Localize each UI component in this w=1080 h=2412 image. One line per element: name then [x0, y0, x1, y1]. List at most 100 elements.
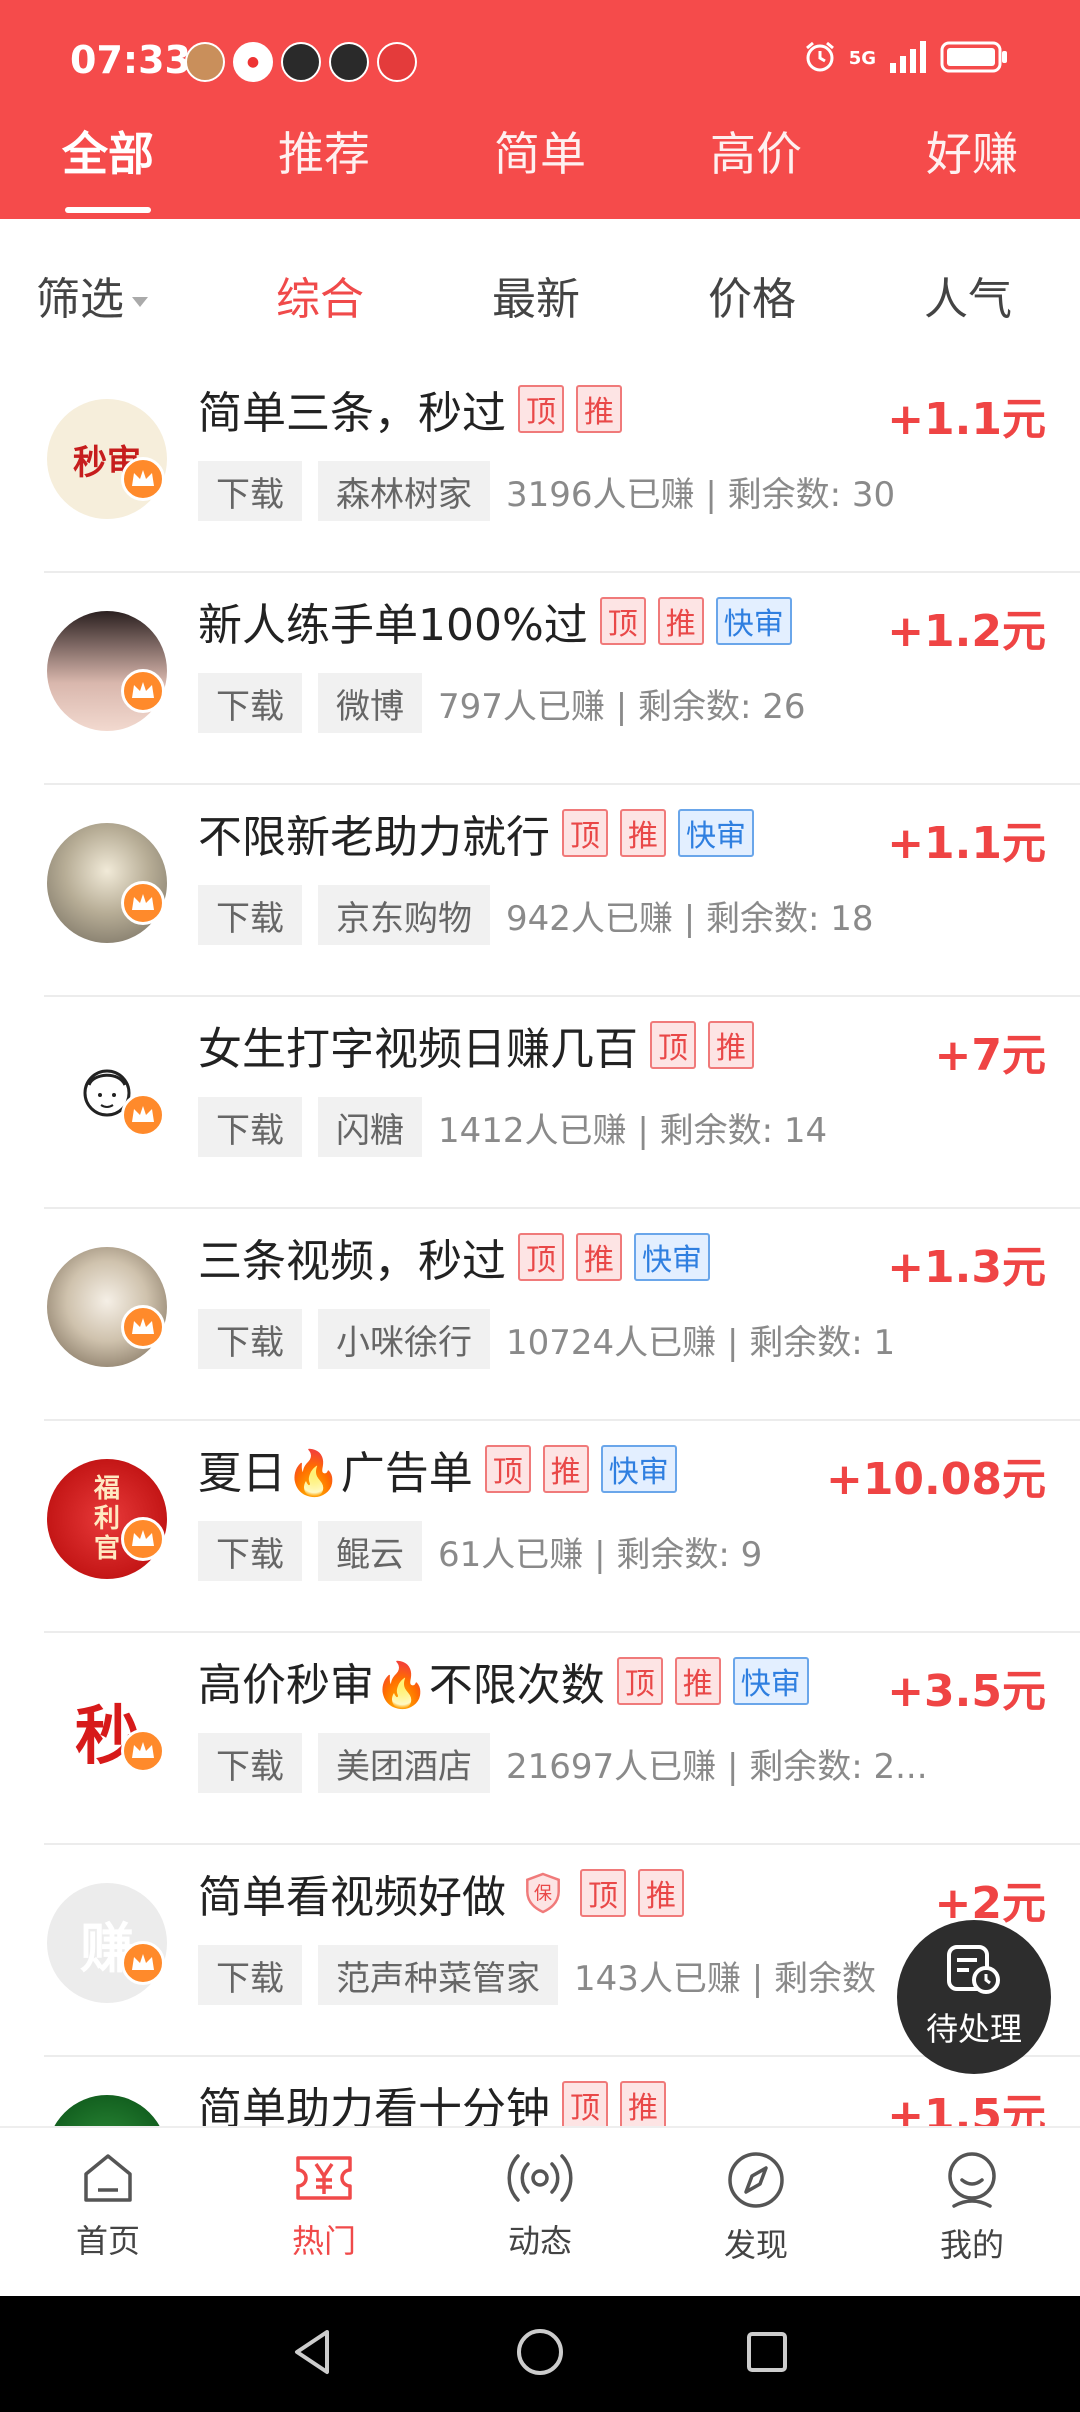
task-price: +1.3元 — [887, 1242, 1046, 1293]
system-nav-bar — [0, 2296, 1080, 2412]
crown-badge-icon — [121, 457, 165, 501]
status-bar: 07:33 ● 5G — [0, 0, 1080, 120]
tag-recommend: 推 — [576, 1233, 622, 1281]
tag-recommend: 推 — [620, 809, 666, 857]
task-title-row: 高价秒审🔥不限次数 顶 推 快审 — [198, 1651, 809, 1711]
pending-button[interactable]: 待处理 — [897, 1920, 1051, 2074]
tag-fast-review: 快审 — [678, 809, 754, 857]
download-chip[interactable]: 下载 — [198, 673, 302, 733]
tab-high-price[interactable]: 高价 — [648, 110, 864, 219]
task-item[interactable]: 三条视频，秒过 顶 推 快审 +1.3元 下载 小咪徐行 10724人已赚 | … — [0, 1209, 1080, 1421]
app-notif-2-icon: ● — [233, 42, 273, 82]
home-icon — [80, 2150, 136, 2210]
download-chip[interactable]: 下载 — [198, 461, 302, 521]
tab-simple[interactable]: 简单 — [432, 110, 648, 219]
task-price: +1.2元 — [887, 606, 1046, 657]
task-price: +1.1元 — [887, 394, 1046, 445]
task-meta: 下载 范声种菜管家 143人已赚 | 剩余数 — [198, 1945, 876, 2005]
download-chip[interactable]: 下载 — [198, 1945, 302, 2005]
sort-price[interactable]: 价格 — [708, 263, 796, 327]
tag-fast-review: 快审 — [715, 597, 792, 645]
task-title-row: 新人练手单100%过 顶 推 快审 — [198, 591, 792, 651]
signal-icon — [888, 41, 928, 77]
task-stats: 10724人已赚 | 剩余数: 1 — [506, 1322, 896, 1363]
source-chip: 森林树家 — [318, 461, 490, 521]
network-type: 5G — [848, 48, 876, 69]
svg-text:保: 保 — [534, 1884, 552, 1905]
download-chip[interactable]: 下载 — [198, 1521, 302, 1581]
task-item[interactable]: 不限新老助力就行 顶 推 快审 +1.1元 下载 京东购物 942人已赚 | 剩… — [0, 785, 1080, 997]
broadcast-icon — [504, 2150, 576, 2210]
app-notif-4-icon — [329, 42, 369, 82]
pending-clock-icon — [946, 1944, 1002, 2000]
task-price: +1.5元 — [887, 2090, 1046, 2126]
home-circle-icon[interactable] — [514, 2326, 566, 2382]
tag-recommend: 推 — [542, 1445, 589, 1493]
source-chip: 京东购物 — [318, 885, 490, 945]
sort-popularity[interactable]: 人气 — [924, 263, 1012, 327]
task-title: 新人练手单100%过 — [198, 600, 588, 651]
filter-dropdown[interactable]: 筛选 — [36, 263, 148, 327]
task-stats: 21697人已赚 | 剩余数: 2... — [506, 1746, 928, 1787]
back-icon[interactable] — [287, 2326, 339, 2382]
recents-icon[interactable] — [741, 2326, 793, 2382]
avatar — [47, 2095, 167, 2126]
task-meta: 下载 微博 797人已赚 | 剩余数: 26 — [198, 673, 806, 733]
tag-top: 顶 — [616, 1657, 663, 1705]
tag-fast-review: 快审 — [732, 1657, 809, 1705]
tag-fast-review: 快审 — [634, 1233, 710, 1281]
task-item[interactable]: 简单助力看十分钟 顶 推 +1.5元 — [0, 2057, 1080, 2126]
task-item[interactable]: 新人练手单100%过 顶 推 快审 +1.2元 下载 微博 797人已赚 | 剩… — [0, 573, 1080, 785]
notification-icons: ● — [185, 42, 417, 82]
source-chip: 范声种菜管家 — [318, 1945, 558, 2005]
download-chip[interactable]: 下载 — [198, 1733, 302, 1793]
task-meta: 下载 闪糖 1412人已赚 | 剩余数: 14 — [198, 1097, 827, 1157]
app-notif-1-icon — [185, 42, 225, 82]
tag-top: 顶 — [484, 1445, 531, 1493]
nav-profile[interactable]: 我的 — [864, 2128, 1080, 2296]
tag-recommend: 推 — [708, 1021, 754, 1069]
compass-icon — [726, 2150, 786, 2214]
download-chip[interactable]: 下载 — [198, 1309, 302, 1369]
nav-home[interactable]: 首页 — [0, 2128, 216, 2296]
tab-all[interactable]: 全部 — [0, 110, 216, 219]
tab-recommended[interactable]: 推荐 — [216, 110, 432, 219]
task-item[interactable]: 女生打字视频日赚几百 顶 推 +7元 下载 闪糖 1412人已赚 | 剩余数: … — [0, 997, 1080, 1209]
task-title: 女生打字视频日赚几百 — [198, 1024, 638, 1075]
tag-top: 顶 — [562, 2081, 608, 2126]
active-tab-indicator — [65, 207, 151, 213]
sort-newest[interactable]: 最新 — [492, 263, 580, 327]
download-chip[interactable]: 下载 — [198, 1097, 302, 1157]
task-item[interactable]: 福利官 夏日🔥广告单 顶 推 快审 +10.08元 下载 鲲云 61人已赚 | … — [0, 1421, 1080, 1633]
task-title: 高价秒审🔥不限次数 — [198, 1660, 605, 1711]
task-meta: 下载 鲲云 61人已赚 | 剩余数: 9 — [198, 1521, 762, 1581]
nav-discover[interactable]: 发现 — [648, 2128, 864, 2296]
nav-feed[interactable]: 动态 — [432, 2128, 648, 2296]
tag-top: 顶 — [599, 597, 646, 645]
download-chip[interactable]: 下载 — [198, 885, 302, 945]
crown-badge-icon — [121, 1941, 165, 1985]
nav-hot[interactable]: 热门 — [216, 2128, 432, 2296]
task-title: 简单三条，秒过 — [198, 388, 506, 439]
app-notif-5-icon — [377, 42, 417, 82]
sort-comprehensive[interactable]: 综合 — [276, 263, 364, 327]
guarantee-shield-icon: 保 — [518, 1869, 568, 1917]
task-stats: 797人已赚 | 剩余数: 26 — [438, 686, 806, 727]
task-item[interactable]: 秒审 简单三条，秒过 顶 推 +1.1元 下载 森林树家 3196人已赚 | 剩… — [0, 361, 1080, 573]
source-chip: 鲲云 — [318, 1521, 422, 1581]
task-item[interactable]: 秒 高价秒审🔥不限次数 顶 推 快审 +3.5元 下载 美团酒店 21697人已… — [0, 1633, 1080, 1845]
tag-top: 顶 — [580, 1869, 626, 1917]
task-title-row: 夏日🔥广告单 顶 推 快审 — [198, 1439, 677, 1499]
crown-badge-icon — [121, 881, 165, 925]
profile-icon — [942, 2150, 1002, 2214]
task-price: +3.5元 — [887, 1666, 1046, 1717]
task-list: 秒审 简单三条，秒过 顶 推 +1.1元 下载 森林树家 3196人已赚 | 剩… — [0, 361, 1080, 2126]
tag-top: 顶 — [518, 1233, 564, 1281]
app-header: 07:33 ● 5G 全部 推荐 简单 高价 好赚 — [0, 0, 1080, 219]
alarm-icon — [803, 40, 837, 78]
tab-easy-earn[interactable]: 好赚 — [864, 110, 1080, 219]
task-price: +10.08元 — [825, 1454, 1046, 1505]
task-stats: 3196人已赚 | 剩余数: 30 — [506, 474, 896, 515]
tag-top: 顶 — [650, 1021, 696, 1069]
tag-top: 顶 — [562, 809, 608, 857]
